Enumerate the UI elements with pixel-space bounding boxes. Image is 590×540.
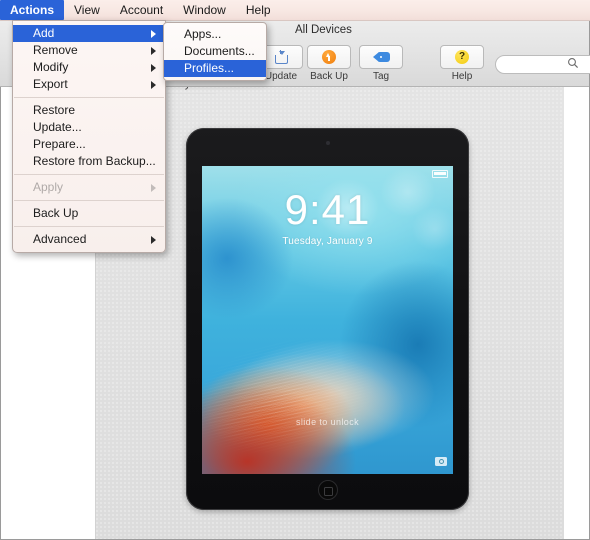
battery-icon: [432, 170, 448, 178]
tag-button-face[interactable]: [359, 45, 403, 69]
submenu-item-profiles-label: Profiles...: [184, 61, 235, 75]
menu-item-remove[interactable]: Remove: [13, 42, 165, 59]
submenu-item-profiles[interactable]: Profiles...: [164, 60, 266, 77]
menu-item-apply-label: Apply: [33, 180, 64, 194]
menu-item-update-label: Update...: [33, 120, 82, 134]
search-container[interactable]: [495, 54, 590, 74]
menu-item-restore-label: Restore: [33, 103, 76, 117]
submenu-arrow-icon: [151, 63, 156, 72]
menubar-item-actions[interactable]: Actions: [0, 0, 65, 20]
update-tray-icon: [274, 49, 288, 64]
menu-item-add-label: Add: [33, 26, 55, 40]
ipad-screen: 9:41 Tuesday, January 9 slide to unlock: [202, 166, 453, 474]
backup-circle-arrow-icon: [322, 50, 336, 64]
menubar-item-help[interactable]: Help: [236, 0, 281, 20]
back-up-button[interactable]: Back Up: [307, 45, 351, 82]
submenu-arrow-icon: [151, 46, 156, 55]
ipad-front-camera-icon: [325, 141, 330, 145]
menu-separator: [14, 174, 164, 175]
menu-item-export-label: Export: [33, 77, 68, 91]
menu-item-update[interactable]: Update...: [13, 119, 165, 136]
actions-dropdown-menu: Add Remove Modify Export Restore Update.…: [12, 20, 166, 253]
add-submenu: Apps... Documents... Profiles...: [163, 22, 267, 81]
menu-separator: [14, 200, 164, 201]
menu-item-modify-label: Modify: [33, 60, 69, 74]
content-right-margin: [564, 86, 589, 539]
submenu-item-documents[interactable]: Documents...: [164, 43, 266, 60]
back-up-button-label: Back Up: [310, 71, 348, 82]
submenu-arrow-icon: [151, 183, 156, 192]
lockscreen-time: 9:41: [284, 186, 371, 233]
lockscreen-date: Tuesday, January 9: [282, 236, 373, 247]
submenu-arrow-icon: [151, 80, 156, 89]
menu-item-restore-from-backup[interactable]: Restore from Backup...: [13, 153, 165, 170]
menu-item-advanced-label: Advanced: [33, 232, 87, 246]
tag-button[interactable]: Tag: [359, 45, 403, 82]
menu-separator: [14, 97, 164, 98]
app-window: covery 9:41 Tuesday, January 9 slide to …: [0, 0, 590, 540]
menu-item-modify[interactable]: Modify: [13, 59, 165, 76]
menubar-item-window[interactable]: Window: [173, 0, 236, 20]
menu-item-prepare[interactable]: Prepare...: [13, 136, 165, 153]
menu-item-remove-label: Remove: [33, 43, 78, 57]
toolbar-title: All Devices: [295, 24, 352, 36]
ipad-device-illustration: 9:41 Tuesday, January 9 slide to unlock: [186, 128, 469, 510]
menu-item-back-up-label: Back Up: [33, 206, 79, 220]
menu-item-advanced[interactable]: Advanced: [13, 231, 165, 248]
camera-icon: [435, 457, 447, 466]
update-button-label: Update: [264, 71, 298, 82]
submenu-item-apps-label: Apps...: [184, 27, 222, 41]
menu-item-restore-from-backup-label: Restore from Backup...: [33, 154, 156, 168]
back-up-button-face[interactable]: [307, 45, 351, 69]
help-button[interactable]: ? Help: [440, 45, 484, 82]
menu-item-back-up[interactable]: Back Up: [13, 205, 165, 222]
tag-icon: [372, 52, 390, 62]
submenu-item-apps[interactable]: Apps...: [164, 26, 266, 43]
help-button-label: Help: [451, 71, 473, 82]
submenu-arrow-icon: [151, 235, 156, 244]
submenu-item-documents-label: Documents...: [184, 44, 255, 58]
menubar-item-account[interactable]: Account: [110, 0, 173, 20]
ipad-home-button: [317, 480, 338, 500]
help-button-face[interactable]: ?: [440, 45, 484, 69]
menu-item-add[interactable]: Add: [13, 25, 165, 42]
menu-item-export[interactable]: Export: [13, 76, 165, 93]
menubar-item-view[interactable]: View: [64, 0, 110, 20]
help-question-icon: ?: [455, 50, 469, 64]
menu-item-apply: Apply: [13, 179, 165, 196]
menu-item-restore[interactable]: Restore: [13, 102, 165, 119]
menubar: Actions View Account Window Help: [0, 0, 590, 21]
tag-button-label: Tag: [372, 71, 390, 82]
submenu-arrow-icon: [151, 29, 156, 38]
menu-item-prepare-label: Prepare...: [33, 137, 86, 151]
menu-separator: [14, 226, 164, 227]
slide-to-unlock-text: slide to unlock: [295, 417, 360, 427]
search-icon: [568, 58, 579, 69]
